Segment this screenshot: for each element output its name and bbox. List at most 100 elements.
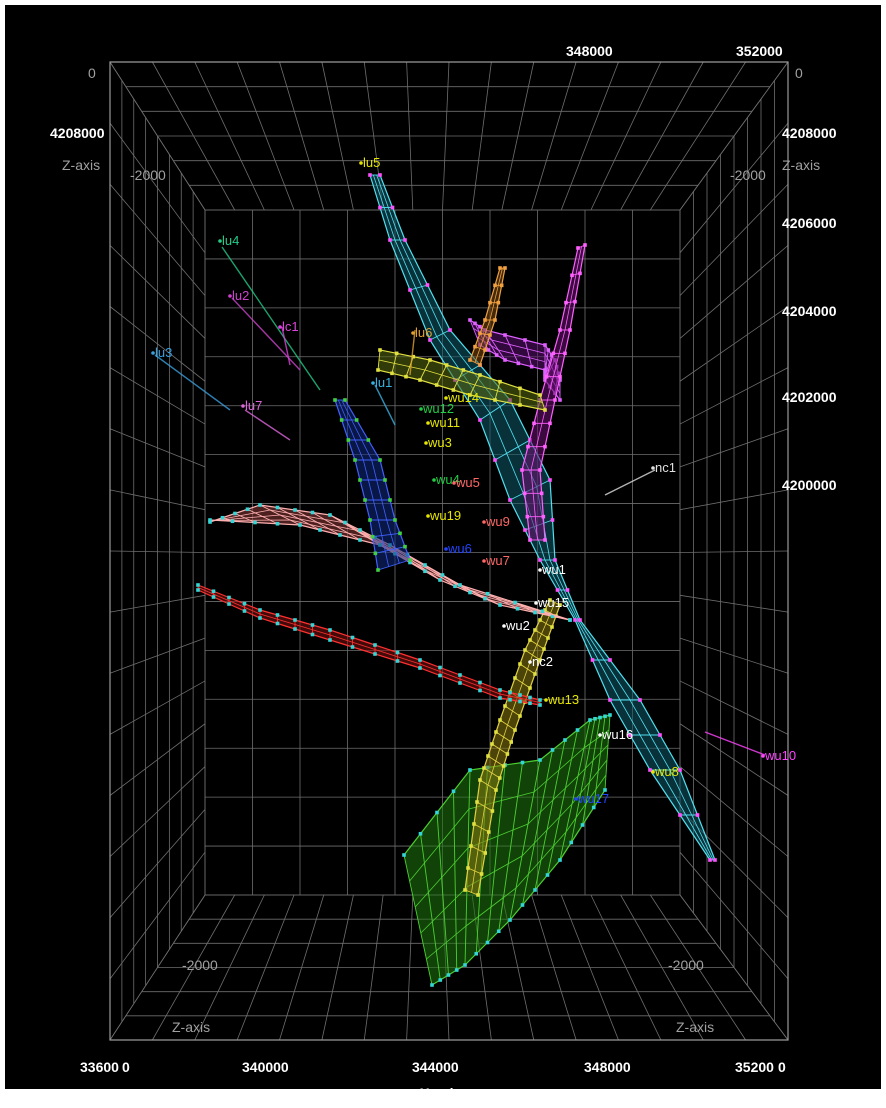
- surface-node: [503, 358, 507, 362]
- surface-node: [478, 373, 482, 377]
- surface-node: [446, 973, 451, 977]
- surface-node: [538, 393, 542, 397]
- surface-node: [275, 621, 280, 626]
- well-label-wu17: wu17: [577, 791, 609, 806]
- well-label-wu2: wu2: [505, 618, 530, 633]
- surface-node: [520, 760, 525, 765]
- surface-node: [478, 331, 482, 336]
- surface-node: [488, 333, 492, 337]
- surface-node: [583, 243, 587, 247]
- surface-node: [487, 830, 491, 834]
- surface-node: [493, 283, 497, 288]
- surface-node: [533, 672, 537, 676]
- surface-node: [483, 318, 487, 322]
- surface-node: [275, 613, 280, 617]
- surface-node: [383, 478, 387, 482]
- surface-node: [518, 386, 522, 391]
- x-tick-336000-suffix: 0: [122, 1059, 130, 1075]
- surface-node: [451, 789, 456, 794]
- surface-node: [608, 713, 612, 717]
- surface-node: [499, 283, 504, 288]
- surface-node: [486, 348, 491, 352]
- surface-node: [227, 595, 231, 600]
- surface-node: [328, 638, 332, 642]
- surface-node: [328, 513, 332, 517]
- surface-node: [468, 318, 472, 322]
- surface-node: [476, 893, 480, 897]
- well-label-lc1: lc1: [282, 319, 299, 334]
- well-label-wu1: wu1: [541, 562, 566, 577]
- surface-node: [548, 478, 552, 482]
- well-label-lu2: lu2: [232, 288, 249, 303]
- surface-node: [543, 371, 547, 376]
- well-label-nc1: nc1: [655, 460, 676, 475]
- surface-node: [258, 616, 262, 620]
- surface-node: [438, 665, 442, 670]
- surface-node: [518, 714, 522, 718]
- surface-node: [338, 533, 342, 537]
- surface-node: [275, 521, 280, 526]
- surface-node: [438, 978, 443, 982]
- well-label-wu16: wu16: [601, 727, 633, 742]
- surface-node: [551, 351, 556, 356]
- z-axis-title-top-left: Z-axis: [62, 157, 100, 173]
- surface-node: [568, 328, 572, 332]
- surface-node: [528, 695, 532, 700]
- surface-node: [503, 266, 507, 270]
- surface-node: [196, 583, 200, 587]
- surface-node: [378, 173, 382, 177]
- surface-node: [508, 697, 512, 702]
- surface-node: [370, 534, 375, 539]
- surface-node: [358, 528, 362, 532]
- surface-node: [573, 618, 577, 622]
- surface-node: [242, 601, 247, 606]
- surface-node: [544, 374, 549, 379]
- surface-node: [298, 523, 302, 527]
- surface-node: [478, 778, 482, 782]
- surface-node: [310, 632, 315, 637]
- surface-node: [509, 740, 513, 744]
- surface-node: [346, 438, 351, 442]
- surface-node: [353, 458, 357, 462]
- well-label-lu5: lu5: [363, 155, 380, 170]
- surface-node: [479, 872, 484, 876]
- surface-node: [558, 328, 562, 332]
- surface-node: [376, 368, 380, 372]
- surface-node: [293, 627, 297, 631]
- z-axis-title-top-right: Z-axis: [782, 157, 820, 173]
- surface-node: [543, 408, 547, 412]
- surface-node: [472, 822, 476, 826]
- surface-node: [550, 518, 555, 522]
- surface-node: [454, 968, 459, 972]
- surface-node: [546, 636, 550, 640]
- surface-node: [508, 918, 512, 922]
- surface-node: [523, 338, 527, 342]
- x-tick-352000-suffix: 0: [778, 1059, 786, 1075]
- z-tick-top-right-neg2000: -2000: [730, 167, 766, 183]
- surface-node: [408, 288, 412, 292]
- surface-node: [513, 600, 517, 605]
- surface-node: [423, 569, 427, 574]
- surface-node: [493, 458, 497, 462]
- surface-node: [488, 300, 492, 305]
- surface-node: [438, 673, 442, 678]
- well-label-lu6: lu6: [415, 325, 432, 340]
- surface-node: [525, 514, 530, 519]
- surface-node: [498, 696, 502, 700]
- well-label-lu1: lu1: [375, 375, 392, 390]
- x-tick-352000-overlap: 35200: [735, 1059, 774, 1075]
- surface-node: [578, 271, 582, 276]
- surface-node: [333, 398, 337, 402]
- surface-node: [508, 498, 512, 502]
- surface-node: [493, 398, 497, 402]
- z-tick-top-left-0: 0: [88, 65, 96, 81]
- surface-node: [366, 438, 371, 442]
- surface-node: [408, 558, 412, 562]
- surface-node: [608, 658, 612, 662]
- surface-node: [468, 590, 472, 595]
- surface-node: [513, 728, 517, 732]
- surface-node: [533, 628, 537, 632]
- surface-node: [310, 510, 315, 515]
- surface-node: [423, 563, 427, 567]
- surface-node: [490, 742, 494, 746]
